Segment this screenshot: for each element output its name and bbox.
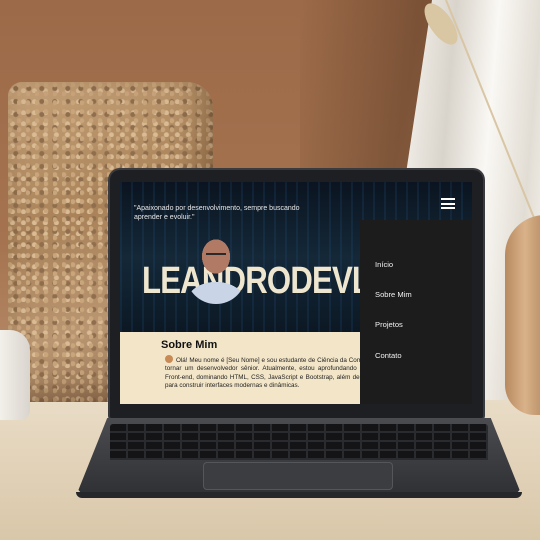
nav-item-sobre-mim[interactable]: Sobre Mim: [375, 290, 412, 299]
laptop-screen: "Apaixonado por desenvolvimento, sempre …: [120, 182, 472, 404]
nav-item-contato[interactable]: Contato: [375, 351, 402, 360]
hamburger-menu-icon[interactable]: [441, 198, 455, 209]
cloth-decoration: [0, 330, 30, 420]
vase: [505, 215, 540, 415]
avatar: [186, 232, 246, 304]
menu-line: [441, 202, 455, 205]
nav-item-projetos[interactable]: Projetos: [375, 320, 403, 329]
nav-item-inicio[interactable]: Início: [375, 260, 393, 269]
trackpad: [203, 462, 393, 490]
hero-quote: "Apaixonado por desenvolvimento, sempre …: [134, 205, 300, 221]
laptop-front-edge: [76, 492, 522, 498]
menu-line: [441, 198, 455, 200]
keyboard-rows: [110, 424, 488, 460]
menu-line: [441, 207, 455, 209]
glasses-icon: [206, 253, 226, 257]
side-nav-menu: Início Sobre Mim Projetos Contato: [360, 220, 472, 404]
smile-emoji-icon: [165, 355, 173, 363]
